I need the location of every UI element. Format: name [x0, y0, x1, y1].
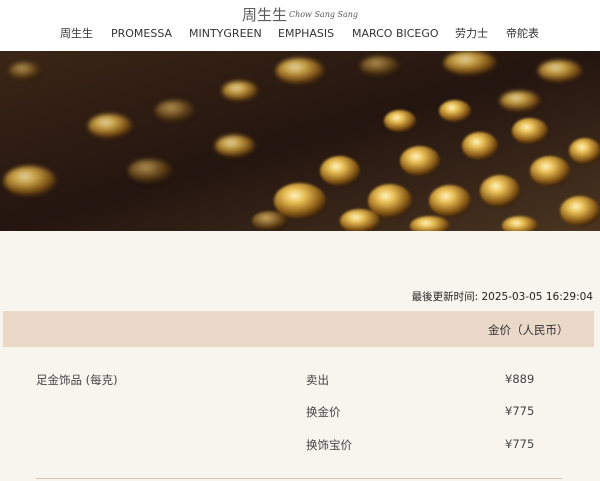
- category-label: 足金饰品 (每克): [36, 373, 118, 387]
- last-updated-label: 最後更新时间:: [411, 291, 479, 303]
- row-exchange-jewelry-label: 换饰宝价: [306, 438, 352, 452]
- nav-item-promessa[interactable]: PROMESSA: [111, 27, 172, 41]
- nav-item-tudor[interactable]: 帝舵表: [506, 27, 539, 41]
- nav-item-chow-sang-sang[interactable]: 周生生: [60, 27, 93, 41]
- main-nav: 周生生 PROMESSA MINTYGREEN EMPHASIS MARCO B…: [0, 27, 600, 41]
- hero-banner-image: [0, 51, 600, 231]
- price-column-header: 金价（人民币）: [488, 323, 569, 337]
- row-sell-label: 卖出: [306, 373, 329, 387]
- brand-logo-en: Chow Sang Sang: [288, 10, 359, 19]
- row-exchange-gold-label: 换金价: [306, 405, 341, 419]
- row-exchange-jewelry-value: ¥775: [505, 437, 535, 451]
- brand-logo-cn: 周生生: [241, 6, 287, 24]
- row-sell-value: ¥889: [505, 372, 535, 386]
- site-header: 周生生 Chow Sang Sang 周生生 PROMESSA MINTYGREE…: [0, 0, 600, 51]
- nav-item-mintygreen[interactable]: MINTYGREEN: [189, 27, 262, 41]
- nav-item-emphasis[interactable]: EMPHASIS: [278, 27, 334, 41]
- gold-beads-photo: [0, 51, 600, 231]
- nav-item-rolex[interactable]: 劳力士: [455, 27, 488, 41]
- nav-item-marco-bicego[interactable]: MARCO BICEGO: [352, 27, 439, 41]
- price-table-header: 金价（人民币）: [3, 311, 594, 347]
- last-updated-value: 2025-03-05 16:29:04: [481, 291, 593, 303]
- row-exchange-gold-value: ¥775: [505, 404, 535, 418]
- brand-logo[interactable]: 周生生 Chow Sang Sang: [0, 4, 600, 25]
- last-updated: 最後更新时间: 2025-03-05 16:29:04: [412, 289, 593, 304]
- table-divider: [36, 478, 562, 479]
